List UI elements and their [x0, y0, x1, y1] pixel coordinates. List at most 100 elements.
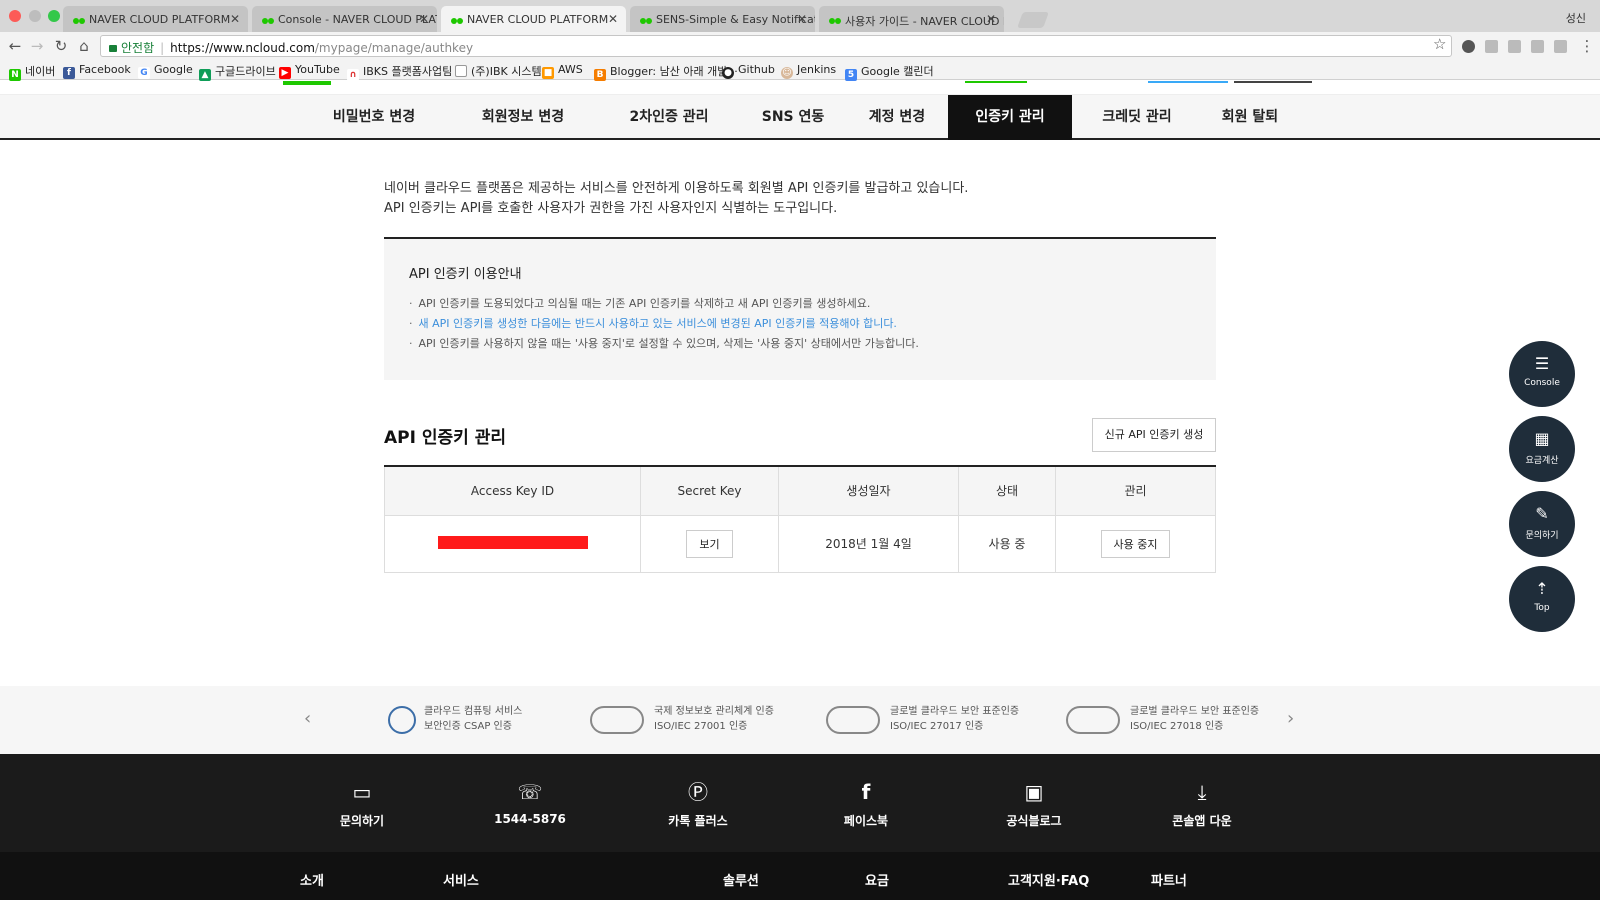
- aws-icon: ■: [542, 67, 554, 79]
- fab-console[interactable]: ☰ Console: [1509, 341, 1575, 407]
- show-secret-button[interactable]: 보기: [686, 529, 733, 558]
- kakao-plus-icon: Ⓟ: [688, 780, 708, 804]
- table-header-row: Access Key ID Secret Key 생성일자 상태 관리: [384, 465, 1216, 516]
- footer-link-services[interactable]: 서비스: [443, 870, 479, 889]
- footer-link-support[interactable]: 고객지원·FAQ: [1008, 870, 1089, 889]
- browser-menu-icon[interactable]: ⋮: [1578, 37, 1596, 55]
- access-key-cell: [384, 514, 641, 573]
- tab-close-icon[interactable]: ✕: [608, 12, 618, 26]
- header-button-partial[interactable]: [1234, 81, 1312, 83]
- window-zoom-button[interactable]: [48, 10, 60, 22]
- footer-app-download[interactable]: ⤓ 콘솔앱 다운: [1142, 780, 1262, 829]
- calculator-icon: ▦: [1534, 429, 1550, 448]
- site-logo[interactable]: [283, 81, 331, 85]
- bookmark-item[interactable]: ∩ IBKS 플랫폼사업팀: [347, 63, 452, 81]
- footer-sitemap: 소개 서비스 솔루션 요금 고객지원·FAQ 파트너: [0, 852, 1600, 900]
- bookmark-item[interactable]: (주)IBK 시스템: [455, 63, 542, 79]
- subnav-sns[interactable]: SNS 연동: [755, 95, 831, 140]
- bookmark-item[interactable]: ● Github: [722, 63, 775, 79]
- tab-close-icon[interactable]: ✕: [230, 12, 240, 26]
- bookmark-item[interactable]: ■ AWS: [542, 63, 583, 79]
- tab-close-icon[interactable]: ✕: [797, 12, 807, 26]
- subnav-credit[interactable]: 크레딧 관리: [1095, 95, 1179, 140]
- browser-tab[interactable]: SENS-Simple & Easy Notificat ✕: [630, 6, 815, 32]
- created-date-cell: 2018년 1월 4일: [778, 514, 959, 573]
- subnav-member-info[interactable]: 회원정보 변경: [468, 95, 578, 140]
- google-drive-icon: ▲: [199, 69, 211, 81]
- phone-icon: ☏: [517, 780, 543, 804]
- laptop-icon: ▭: [352, 780, 372, 804]
- fab-inquiry[interactable]: ✎ 문의하기: [1509, 491, 1575, 557]
- extension-icon[interactable]: [1485, 40, 1498, 53]
- column-header: Secret Key: [640, 465, 779, 516]
- reload-icon[interactable]: ↻: [52, 37, 70, 55]
- extension-icon[interactable]: [1462, 40, 1475, 53]
- bookmark-item[interactable]: N 네이버: [9, 63, 55, 81]
- footer-kakao[interactable]: Ⓟ 카톡 플러스: [638, 780, 758, 829]
- browser-tab-active[interactable]: NAVER CLOUD PLATFORM ✕: [441, 6, 626, 32]
- carousel-prev-icon[interactable]: ‹: [304, 708, 311, 729]
- edit-icon: ✎: [1535, 504, 1549, 523]
- tab-title: NAVER CLOUD PLATFORM: [467, 13, 609, 26]
- footer-phone[interactable]: ☏ 1544-5876: [470, 780, 590, 826]
- bookmark-item[interactable]: ☺ Jenkins: [781, 63, 836, 79]
- tab-title: Console - NAVER CLOUD PLAT: [278, 13, 437, 26]
- forward-arrow-icon[interactable]: →: [28, 37, 46, 55]
- certification-carousel: ‹ 클라우드 컴퓨팅 서비스 보안인증 CSAP 인증 국제 정보보호 관리체계 …: [0, 686, 1600, 754]
- disable-key-button[interactable]: 사용 중지: [1100, 529, 1171, 558]
- subnav-account[interactable]: 계정 변경: [861, 95, 933, 140]
- subnav-password[interactable]: 비밀번호 변경: [320, 95, 428, 140]
- intro-text: 네이버 클라우드 플랫폼은 제공하는 서비스를 안전하게 이용하도록 회원별 A…: [384, 179, 968, 219]
- new-tab-button[interactable]: [1017, 12, 1049, 28]
- bookmark-item[interactable]: ▶ YouTube: [279, 63, 340, 79]
- home-icon[interactable]: ⌂: [75, 37, 93, 55]
- subnav-authkey[interactable]: 인증키 관리: [948, 95, 1072, 140]
- guide-item: API 인증키를 사용하지 않을 때는 '사용 중지'로 설정할 수 있으며, …: [409, 334, 919, 354]
- naver-cloud-favicon-icon: [262, 18, 274, 24]
- bookmark-item[interactable]: ▲ 구글드라이브: [199, 63, 276, 81]
- bookmark-item[interactable]: f Facebook: [63, 63, 131, 79]
- footer-link-about[interactable]: 소개: [300, 870, 324, 889]
- tab-title: SENS-Simple & Easy Notificat: [656, 13, 815, 26]
- footer-link-pricing[interactable]: 요금: [865, 870, 889, 889]
- browser-tab[interactable]: 사용자 가이드 - NAVER CLOUD P ✕: [819, 6, 1004, 32]
- address-bar[interactable]: 안전함 | https://www.ncloud.com/mypage/manage…: [100, 35, 1452, 57]
- tab-close-icon[interactable]: ✕: [419, 12, 429, 26]
- secret-key-cell: 보기: [640, 514, 779, 573]
- footer-link-solutions[interactable]: 솔루션: [723, 870, 759, 889]
- browser-tab-strip: NAVER CLOUD PLATFORM ✕ Console - NAVER C…: [0, 0, 1600, 32]
- fab-calculator[interactable]: ▦ 요금계산: [1509, 416, 1575, 482]
- window-minimize-button[interactable]: [29, 10, 41, 22]
- footer-facebook[interactable]: f 페이스북: [806, 780, 926, 829]
- naver-cloud-favicon-icon: [73, 18, 85, 24]
- iso-badge-icon: [1066, 706, 1120, 734]
- bookmark-item[interactable]: G Google: [138, 63, 193, 79]
- extension-icon[interactable]: [1531, 40, 1544, 53]
- footer-blog[interactable]: ▣ 공식블로그: [974, 780, 1094, 829]
- site-header-partial: [0, 81, 1600, 95]
- status-cell: 사용 중: [958, 514, 1056, 573]
- guide-list: API 인증키를 도용되었다고 의심될 때는 기존 API 인증키를 삭제하고 …: [409, 294, 919, 354]
- browser-profile-name[interactable]: 성신: [1566, 10, 1586, 26]
- subnav-2fa[interactable]: 2차인증 관리: [618, 95, 720, 140]
- extension-icon[interactable]: [1554, 40, 1567, 53]
- header-button-partial[interactable]: [1148, 81, 1228, 83]
- tab-close-icon[interactable]: ✕: [986, 12, 996, 26]
- bookmark-item[interactable]: B Blogger: 남산 아래 개발···: [594, 63, 738, 81]
- footer-link-partners[interactable]: 파트너: [1151, 870, 1187, 889]
- footer-inquiry[interactable]: ▭ 문의하기: [302, 780, 422, 829]
- browser-tab[interactable]: NAVER CLOUD PLATFORM ✕: [63, 6, 248, 32]
- extension-icon[interactable]: [1508, 40, 1521, 53]
- fab-top[interactable]: ⇡ Top: [1509, 566, 1575, 632]
- cert-item: 글로벌 클라우드 보안 표준인증 ISO/IEC 27018 인증: [1066, 702, 1266, 738]
- subnav-withdraw[interactable]: 회원 탈퇴: [1212, 95, 1288, 140]
- back-arrow-icon[interactable]: ←: [6, 37, 24, 55]
- create-api-key-button[interactable]: 신규 API 인증키 생성: [1092, 418, 1216, 452]
- browser-tab[interactable]: Console - NAVER CLOUD PLAT ✕: [252, 6, 437, 32]
- bookmark-star-icon[interactable]: ☆: [1433, 35, 1446, 53]
- bookmark-item[interactable]: 5 Google 캘린더: [845, 63, 934, 81]
- guide-box: API 인증키 이용안내 API 인증키를 도용되었다고 의심될 때는 기존 A…: [384, 237, 1216, 380]
- window-close-button[interactable]: [9, 10, 21, 22]
- redacted-access-key: [437, 535, 588, 549]
- carousel-next-icon[interactable]: ›: [1287, 708, 1294, 729]
